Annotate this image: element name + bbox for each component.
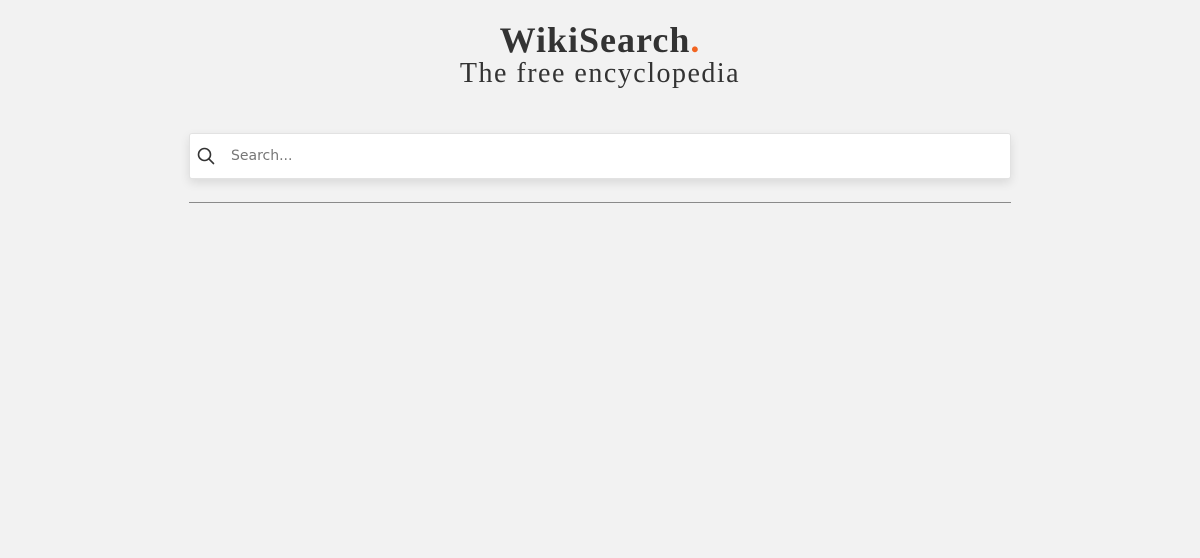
site-title-text: WikiSearch [499, 20, 691, 60]
results-divider [189, 202, 1011, 203]
search-bar[interactable] [189, 133, 1011, 179]
site-title: WikiSearch. [0, 18, 1200, 62]
site-title-dot: . [690, 20, 701, 60]
page: WikiSearch. The free encyclopedia [0, 0, 1200, 558]
site-subtitle: The free encyclopedia [459, 58, 741, 89]
brand-header: WikiSearch. The free encyclopedia [0, 18, 1200, 90]
search-input[interactable] [229, 135, 993, 177]
search-icon[interactable] [197, 147, 215, 165]
